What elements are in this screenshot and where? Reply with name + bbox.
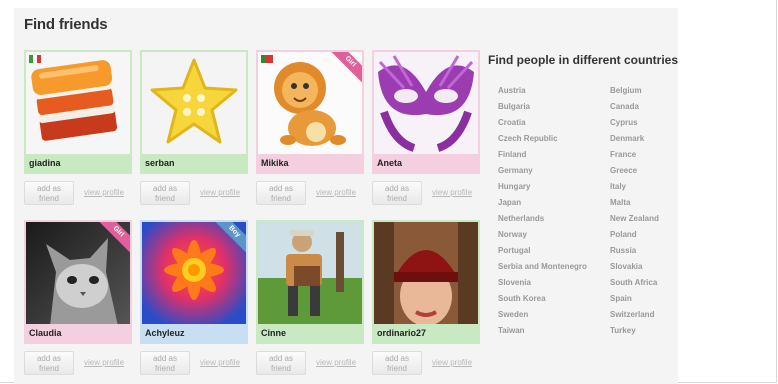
country-link[interactable]: Greece: [610, 166, 637, 175]
country-link[interactable]: Finland: [498, 150, 526, 159]
add-friend-button[interactable]: add as friend: [24, 351, 74, 375]
country-link[interactable]: Germany: [498, 166, 533, 175]
friend-name: Aneta: [374, 154, 478, 172]
country-link[interactable]: Serbia and Montenegro: [498, 262, 587, 271]
country-flag-icon: [29, 55, 41, 63]
friends-grid: giadina add as friend view profile serba…: [24, 50, 480, 384]
country-link[interactable]: Canada: [610, 102, 639, 111]
friend-name: Claudia: [26, 324, 130, 342]
friend-photo[interactable]: serban: [140, 50, 248, 174]
country-link[interactable]: Croatia: [498, 118, 526, 127]
country-link[interactable]: Slovenia: [498, 278, 531, 287]
sponge-photo: [26, 52, 130, 156]
friend-photo[interactable]: Aneta: [372, 50, 480, 174]
friend-photo[interactable]: Cinne: [256, 220, 364, 344]
country-link[interactable]: Italy: [610, 182, 626, 191]
accordion-player-photo: [258, 222, 362, 326]
view-profile-link[interactable]: view profile: [432, 358, 472, 367]
country-link[interactable]: Russia: [610, 246, 636, 255]
friend-name: Cinne: [258, 324, 362, 342]
friend-photo[interactable]: Girl Mikika: [256, 50, 364, 174]
add-friend-button[interactable]: add as friend: [256, 351, 306, 375]
add-friend-button[interactable]: add as friend: [256, 181, 306, 205]
friend-name: giadina: [26, 154, 130, 172]
star-button-photo: [142, 52, 246, 156]
country-link[interactable]: Poland: [610, 230, 637, 239]
friend-photo[interactable]: ordinario27: [372, 220, 480, 344]
country-flag-icon: [261, 55, 273, 63]
feather-mask-photo: [374, 52, 478, 156]
country-link[interactable]: New Zealand: [610, 214, 659, 223]
country-link[interactable]: Switzerland: [610, 310, 654, 319]
view-profile-link[interactable]: view profile: [84, 188, 124, 197]
country-link[interactable]: Portugal: [498, 246, 530, 255]
page-title: Find friends: [24, 16, 108, 33]
country-link[interactable]: Taiwan: [498, 326, 525, 335]
country-link[interactable]: Netherlands: [498, 214, 544, 223]
country-link[interactable]: Sweden: [498, 310, 528, 319]
add-friend-button[interactable]: add as friend: [140, 351, 190, 375]
country-link[interactable]: Cyprus: [610, 118, 638, 127]
view-profile-link[interactable]: view profile: [200, 358, 240, 367]
country-link[interactable]: Bulgaria: [498, 102, 530, 111]
friend-photo[interactable]: Girl Claudia: [24, 220, 132, 344]
friend-name: Mikika: [258, 154, 362, 172]
view-profile-link[interactable]: view profile: [200, 188, 240, 197]
woman-red-hat-photo: [374, 222, 478, 326]
country-link[interactable]: Spain: [610, 294, 632, 303]
country-link[interactable]: South Korea: [498, 294, 546, 303]
friend-photo[interactable]: Boy Achyleuz: [140, 220, 248, 344]
view-profile-link[interactable]: view profile: [432, 188, 472, 197]
friend-name: Achyleuz: [142, 324, 246, 342]
add-friend-button[interactable]: add as friend: [372, 351, 422, 375]
country-link[interactable]: Czech Republic: [498, 134, 558, 143]
country-link[interactable]: Malta: [610, 198, 630, 207]
country-link[interactable]: Austria: [498, 86, 526, 95]
view-profile-link[interactable]: view profile: [316, 188, 356, 197]
country-link[interactable]: Japan: [498, 198, 521, 207]
friend-name: serban: [142, 154, 246, 172]
country-link[interactable]: South Africa: [610, 278, 657, 287]
country-link[interactable]: Turkey: [610, 326, 636, 335]
view-profile-link[interactable]: view profile: [316, 358, 356, 367]
country-link[interactable]: Belgium: [610, 86, 642, 95]
add-friend-button[interactable]: add as friend: [372, 181, 422, 205]
country-link[interactable]: Slovakia: [610, 262, 642, 271]
country-link[interactable]: Hungary: [498, 182, 530, 191]
countries-section-title: Find people in different countries: [488, 53, 679, 67]
country-link[interactable]: Norway: [498, 230, 527, 239]
country-link[interactable]: Denmark: [610, 134, 644, 143]
view-profile-link[interactable]: view profile: [84, 358, 124, 367]
friend-name: ordinario27: [374, 324, 478, 342]
add-friend-button[interactable]: add as friend: [24, 181, 74, 205]
friend-photo[interactable]: giadina: [24, 50, 132, 174]
add-friend-button[interactable]: add as friend: [140, 181, 190, 205]
country-link[interactable]: France: [610, 150, 636, 159]
